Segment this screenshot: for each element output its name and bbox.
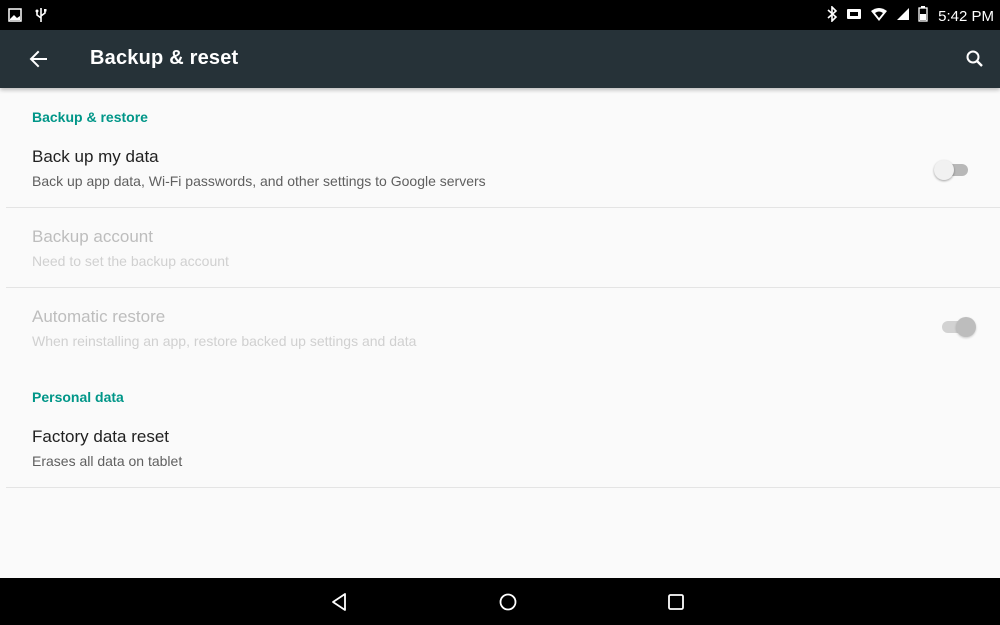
app-bar: Backup & reset [0,30,1000,88]
item-subtitle: Need to set the backup account [32,253,229,269]
switch-thumb [956,317,976,337]
list-item-backup-account[interactable]: Backup account Need to set the backup ac… [0,218,1000,287]
status-bar: 5:42 PM [0,0,1000,30]
switch-thumb [934,160,954,180]
battery-icon [918,6,928,26]
divider [6,207,1000,208]
item-title: Automatic restore [32,307,166,326]
list-item-backup-data[interactable]: Back up my data Back up app data, Wi-Fi … [0,138,1000,207]
triangle-back-icon [332,593,346,611]
list-item-factory-reset[interactable]: Factory data reset Erases all data on ta… [0,418,1000,487]
nav-home-button[interactable] [496,590,520,614]
bluetooth-icon [826,5,838,26]
item-title: Backup account [32,227,153,246]
nav-recents-button[interactable] [664,590,688,614]
arrow-back-icon [29,50,47,68]
circle-home-icon [499,593,517,611]
section-header-backup-restore: Backup & restore [32,109,148,125]
divider [6,287,1000,288]
item-subtitle: Back up app data, Wi-Fi passwords, and o… [32,173,486,189]
usb-icon [34,7,48,28]
section-header-personal-data: Personal data [32,389,124,405]
nav-back-button[interactable] [328,590,352,614]
item-title: Factory data reset [32,427,170,446]
item-title: Back up my data [32,147,159,166]
item-subtitle: Erases all data on tablet [32,453,183,469]
item-subtitle: When reinstalling an app, restore backed… [32,333,417,349]
square-recents-icon [668,594,684,610]
page-title: Backup & reset [90,47,239,69]
status-time: 5:42 PM [938,7,994,25]
search-button[interactable] [962,46,988,72]
back-button[interactable] [24,46,54,72]
backup-data-switch[interactable] [934,159,970,181]
wifi-icon [870,7,888,26]
signal-icon [896,7,910,25]
navigation-bar [0,578,1000,625]
automatic-restore-switch[interactable] [940,316,976,338]
search-icon [966,50,983,67]
image-icon [8,8,22,27]
divider [6,487,1000,488]
list-item-automatic-restore[interactable]: Automatic restore When reinstalling an a… [0,298,1000,358]
sd-card-icon [846,7,862,25]
